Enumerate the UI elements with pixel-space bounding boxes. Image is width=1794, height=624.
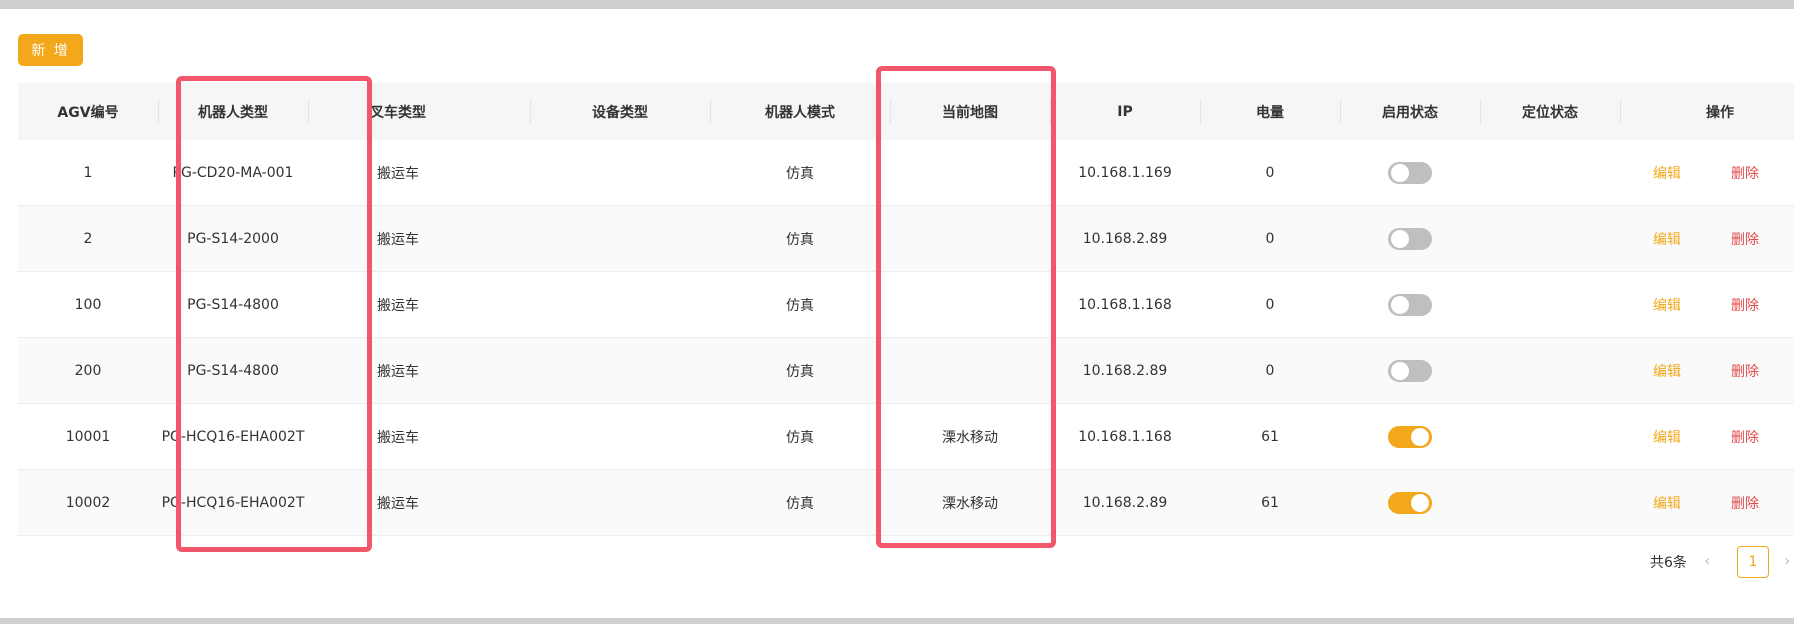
cell-agv-number: 200 [74,362,102,379]
edit-link[interactable]: 编辑 [1642,470,1692,535]
cell-device-type [530,272,710,337]
cell-positioning-status [1480,206,1620,271]
delete-link[interactable]: 删除 [1720,404,1770,469]
cell-device-type [530,470,710,535]
cell-ip: 10.168.1.169 [1078,164,1172,181]
cell-battery: 0 [1265,296,1275,313]
cell-agv-number: 10002 [65,494,111,511]
header-battery: 电量 [1256,104,1284,121]
chevron-right-icon[interactable]: › [1784,551,1790,570]
cell-positioning-status [1480,338,1620,403]
enable-toggle[interactable] [1388,359,1432,382]
cell-robot-mode: 仿真 [786,495,814,512]
edit-link[interactable]: 编辑 [1642,206,1692,271]
header-device-type: 设备类型 [592,104,648,121]
cell-enabled-status [1340,140,1480,205]
cell-ip: 10.168.2.89 [1082,230,1168,247]
cell-battery: 0 [1265,362,1275,379]
cell-device-type [530,206,710,271]
pagination-page-button[interactable]: 1 [1737,546,1769,578]
cell-positioning-status [1480,470,1620,535]
delete-link[interactable]: 删除 [1720,470,1770,535]
cell-positioning-status [1480,140,1620,205]
cell-enabled-status [1340,470,1480,535]
cell-agv-number: 10001 [65,428,111,445]
cell-positioning-status [1480,272,1620,337]
cell-battery: 0 [1265,230,1275,247]
header-ip: IP [1117,103,1133,120]
edit-link[interactable]: 编辑 [1642,140,1692,205]
highlight-box-current-map [876,66,1056,548]
delete-link[interactable]: 删除 [1720,206,1770,271]
header-agv-number: AGV编号 [57,104,119,121]
header-enabled-status: 启用状态 [1382,104,1438,121]
enable-toggle[interactable] [1388,293,1432,316]
cell-robot-mode: 仿真 [786,231,814,248]
header-actions: 操作 [1706,104,1734,121]
header-robot-mode: 机器人模式 [765,104,835,121]
cell-agv-number: 2 [83,230,93,247]
top-bar [0,0,1794,9]
cell-robot-mode: 仿真 [786,297,814,314]
cell-enabled-status [1340,404,1480,469]
delete-link[interactable]: 删除 [1720,272,1770,337]
bottom-bar [0,618,1794,624]
cell-enabled-status [1340,272,1480,337]
cell-robot-mode: 仿真 [786,363,814,380]
cell-device-type [530,140,710,205]
delete-link[interactable]: 删除 [1720,338,1770,403]
add-button[interactable]: 新 增 [18,34,83,66]
cell-device-type [530,404,710,469]
cell-enabled-status [1340,338,1480,403]
cell-battery: 0 [1265,164,1275,181]
cell-battery: 61 [1261,494,1279,511]
chevron-left-icon[interactable]: ‹ [1704,551,1710,570]
cell-robot-mode: 仿真 [786,165,814,182]
cell-ip: 10.168.2.89 [1082,494,1168,511]
cell-battery: 61 [1261,428,1279,445]
cell-ip: 10.168.2.89 [1082,362,1168,379]
delete-link[interactable]: 删除 [1720,140,1770,205]
edit-link[interactable]: 编辑 [1642,404,1692,469]
cell-positioning-status [1480,404,1620,469]
pagination-total: 共6条 [1650,555,1687,571]
cell-enabled-status [1340,206,1480,271]
cell-ip: 10.168.1.168 [1078,428,1172,445]
cell-robot-mode: 仿真 [786,429,814,446]
cell-agv-number: 1 [83,164,93,181]
edit-link[interactable]: 编辑 [1642,338,1692,403]
enable-toggle[interactable] [1388,491,1432,514]
cell-device-type [530,338,710,403]
highlight-box-robot-type [176,76,372,552]
cell-ip: 10.168.1.168 [1078,296,1172,313]
enable-toggle[interactable] [1388,161,1432,184]
enable-toggle[interactable] [1388,227,1432,250]
enable-toggle[interactable] [1388,425,1432,448]
edit-link[interactable]: 编辑 [1642,272,1692,337]
header-positioning-status: 定位状态 [1522,104,1578,121]
cell-agv-number: 100 [74,296,102,313]
